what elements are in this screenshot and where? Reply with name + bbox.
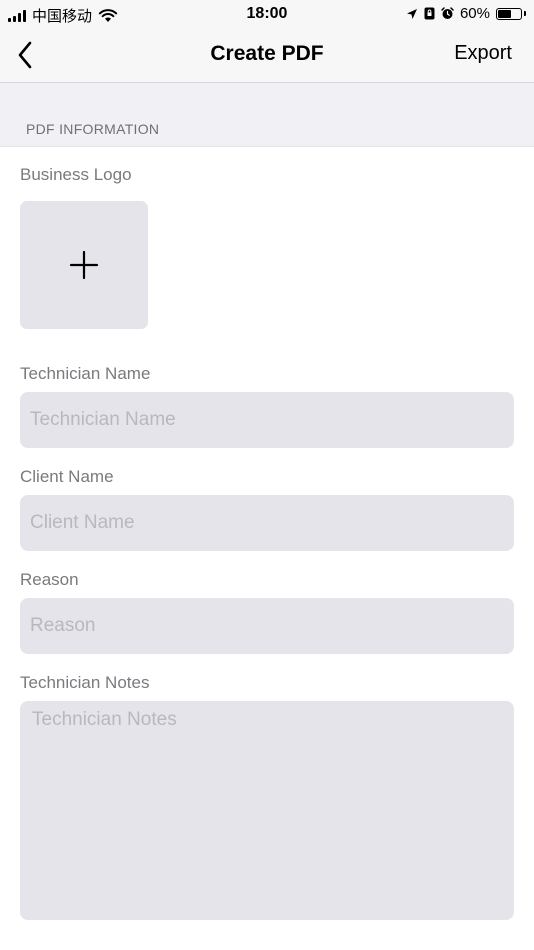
battery-icon: [496, 7, 522, 20]
section-header: PDF INFORMATION: [0, 83, 534, 147]
portrait-lock-icon: [424, 7, 435, 20]
carrier-name: 中国移动: [32, 8, 93, 25]
status-bar-left: 中国移动: [8, 5, 118, 26]
client-name-input[interactable]: [20, 495, 514, 551]
section-header-label: PDF INFORMATION: [26, 121, 160, 137]
alarm-icon: [441, 7, 454, 19]
client-name-label: Client Name: [20, 467, 114, 486]
reason-label: Reason: [20, 570, 79, 589]
navigation-bar: Create PDF Export: [0, 28, 534, 83]
plus-icon: [69, 250, 99, 280]
create-pdf-screen: 中国移动 18:00 60% Create PDF Export PDF INF…: [0, 0, 534, 950]
business-logo-label: Business Logo: [20, 165, 132, 184]
technician-name-label: Technician Name: [20, 364, 151, 383]
chevron-left-icon: [18, 41, 32, 69]
reason-input[interactable]: [20, 598, 514, 654]
status-bar-right: 60%: [406, 5, 526, 22]
back-button[interactable]: [8, 38, 42, 72]
technician-notes-textarea[interactable]: [20, 701, 514, 920]
battery-percent: 60%: [459, 5, 490, 22]
technician-name-input[interactable]: [20, 392, 514, 448]
battery-nub: [524, 11, 526, 16]
signal-icon: [8, 9, 26, 22]
wifi-icon: [98, 8, 118, 22]
location-arrow-icon: [406, 8, 417, 19]
status-bar: 中国移动 18:00 60%: [0, 0, 534, 28]
export-button[interactable]: Export: [454, 42, 512, 65]
add-business-logo-button[interactable]: [20, 201, 148, 329]
technician-notes-label: Technician Notes: [20, 673, 150, 692]
